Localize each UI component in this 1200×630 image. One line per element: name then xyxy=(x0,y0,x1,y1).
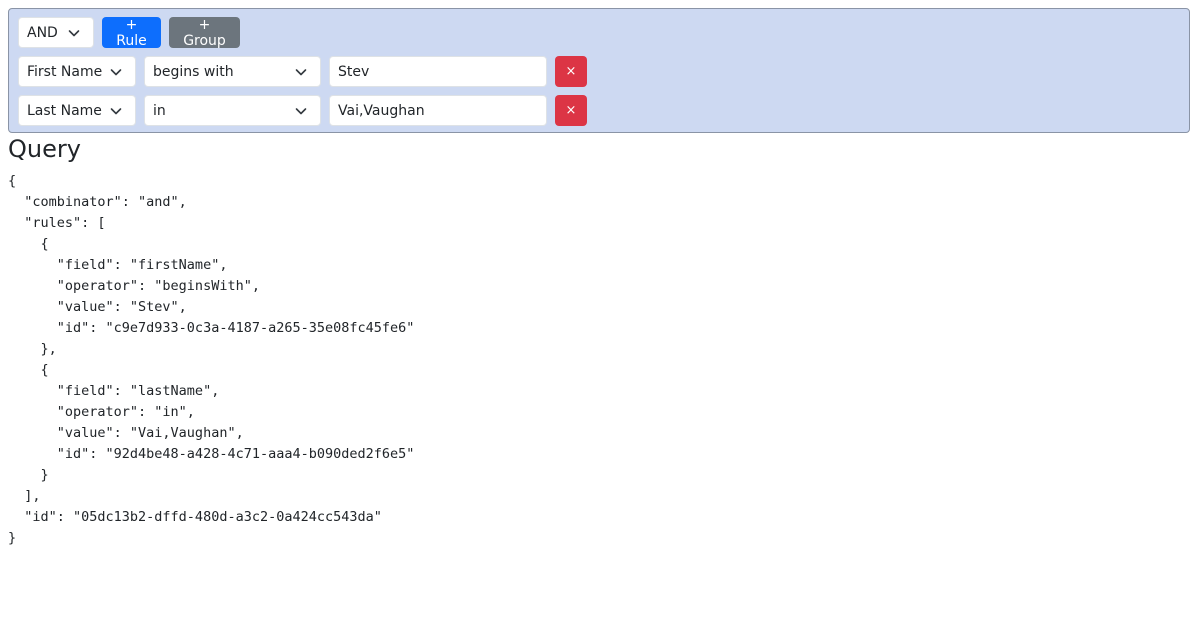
operator-value: begins with xyxy=(153,63,234,80)
query-json: { "combinator": "and", "rules": [ { "fie… xyxy=(8,173,415,546)
remove-rule-button[interactable]: × xyxy=(555,56,587,87)
combinator-select[interactable]: AND xyxy=(18,17,94,48)
close-icon: × xyxy=(565,103,577,118)
operator-select[interactable]: in xyxy=(144,95,321,126)
query-title: Query xyxy=(8,135,81,163)
field-select[interactable]: Last Name xyxy=(18,95,136,126)
value-text: Vai,Vaughan xyxy=(338,102,425,119)
add-group-button[interactable]: + Group xyxy=(169,17,240,49)
chevron-down-icon xyxy=(67,26,81,40)
field-value: First Name xyxy=(27,63,103,80)
field-select[interactable]: First Name xyxy=(18,56,136,87)
value-input[interactable]: Vai,Vaughan xyxy=(329,95,547,126)
chevron-down-icon xyxy=(109,65,123,79)
operator-value: in xyxy=(153,102,166,119)
operator-select[interactable]: begins with xyxy=(144,56,321,87)
remove-rule-button[interactable]: × xyxy=(555,95,587,126)
chevron-down-icon xyxy=(294,65,308,79)
rule-row: First Name begins with Stev × xyxy=(18,56,587,87)
field-value: Last Name xyxy=(27,102,102,119)
value-input[interactable]: Stev xyxy=(329,56,547,87)
chevron-down-icon xyxy=(294,104,308,118)
rule-group: AND + Rule + Group First Name begins wit… xyxy=(8,8,1190,133)
combinator-value: AND xyxy=(27,24,58,41)
value-text: Stev xyxy=(338,63,370,80)
close-icon: × xyxy=(565,64,577,79)
rule-row: Last Name in Vai,Vaughan × xyxy=(18,95,587,126)
chevron-down-icon xyxy=(109,104,123,118)
rule-group-header: AND + Rule + Group xyxy=(18,17,240,49)
add-rule-button[interactable]: + Rule xyxy=(102,17,161,49)
